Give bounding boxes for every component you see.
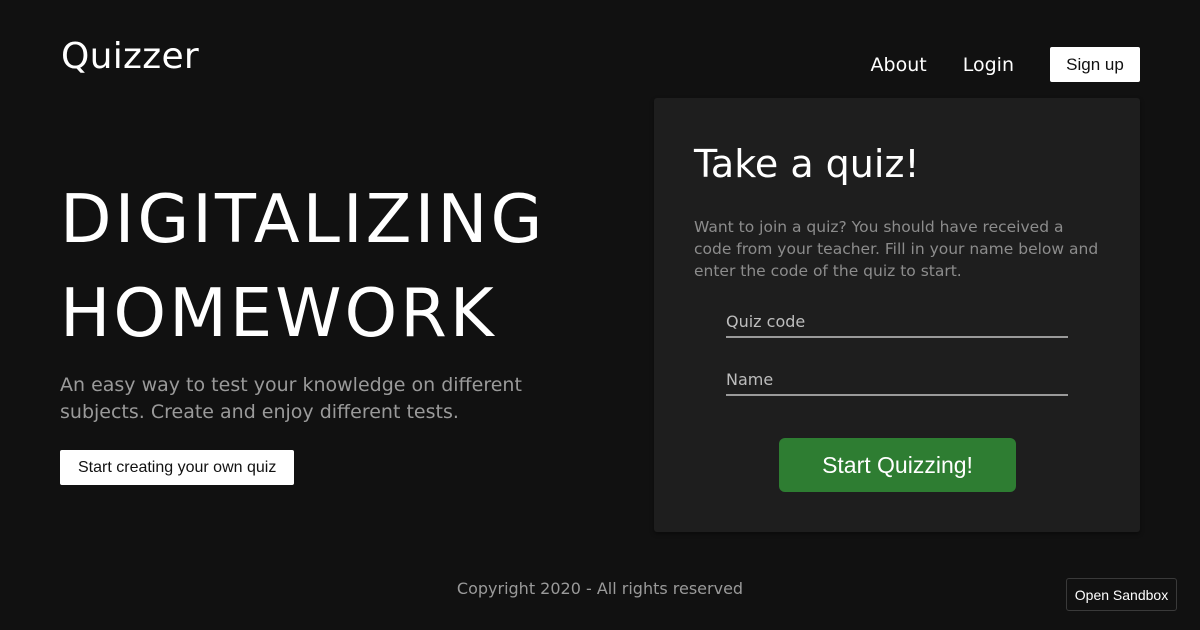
name-input[interactable] xyxy=(726,364,1068,396)
footer-copyright: Copyright 2020 - All rights reserved xyxy=(456,579,744,598)
nav-about-link[interactable]: About xyxy=(871,54,927,76)
landing-page: Quizzer About Login Sign up DIGITALIZING… xyxy=(0,0,1200,630)
card-description: Want to join a quiz? You should have rec… xyxy=(694,218,1099,280)
signup-button[interactable]: Sign up xyxy=(1050,47,1140,82)
card-title: Take a quiz! xyxy=(694,142,920,186)
hero-title: DIGITALIZING HOMEWORK xyxy=(60,172,620,360)
hero-title-line-2: HOMEWORK xyxy=(60,274,497,352)
logo[interactable]: Quizzer xyxy=(61,36,199,77)
hero-title-line-1: DIGITALIZING xyxy=(60,180,546,258)
nav-login-link[interactable]: Login xyxy=(963,54,1014,76)
hero-section: DIGITALIZING HOMEWORK An easy way to tes… xyxy=(60,172,620,485)
take-quiz-card: Take a quiz! Want to join a quiz? You sh… xyxy=(654,98,1140,532)
quiz-code-input[interactable] xyxy=(726,306,1068,338)
hero-subtitle: An easy way to test your knowledge on di… xyxy=(60,374,522,423)
start-quizzing-button[interactable]: Start Quizzing! xyxy=(779,438,1016,492)
create-quiz-button[interactable]: Start creating your own quiz xyxy=(60,450,295,485)
top-nav: About Login Sign up xyxy=(871,47,1140,82)
open-sandbox-button[interactable]: Open Sandbox xyxy=(1066,578,1177,611)
